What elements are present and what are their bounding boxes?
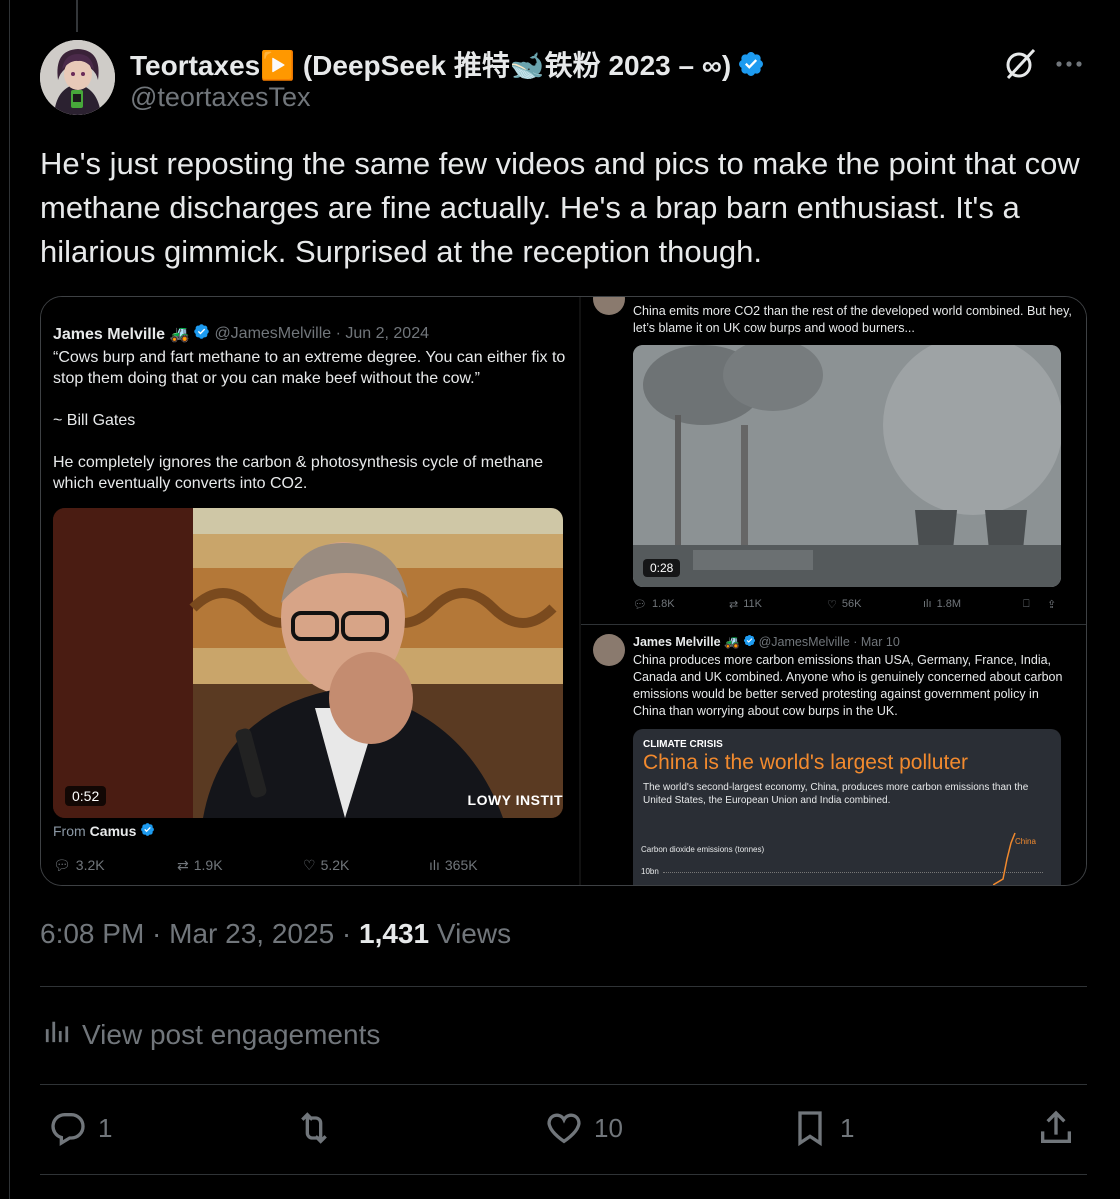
divider-top: [40, 986, 1087, 987]
media-right-screenshot[interactable]: China emits more CO2 than the rest of th…: [579, 297, 1086, 885]
reply-button[interactable]: 1: [48, 1108, 112, 1148]
quoted-stats: 💬︎ 3.2K ⇄ 1.9K ♡ 5.2K ılı 365K: [53, 853, 573, 877]
divider-bottom: [40, 1174, 1087, 1175]
right-bottom-avatar: [593, 634, 625, 666]
like-icon: ♡: [827, 598, 837, 611]
quoted-verified-icon: [193, 323, 210, 345]
quoted-replies[interactable]: 💬︎ 3.2K: [53, 857, 105, 874]
right-separator: [581, 624, 1086, 625]
right-bottom-author: James Melville 🚜 @JamesMelville · Mar 10: [633, 634, 900, 650]
quoted-text: “Cows burp and fart methane to an extrem…: [53, 349, 566, 492]
right-video-duration: 0:28: [643, 559, 681, 577]
repost-icon: ⇄: [729, 598, 739, 611]
author-name-row[interactable]: Teortaxes▶️ (DeepSeek 推特🐋铁粉 2023 – ∞): [130, 44, 765, 84]
from-name[interactable]: Camus: [90, 823, 137, 839]
right-replies[interactable]: 💬︎ 1.8K: [633, 598, 675, 611]
post-header: Teortaxes▶️ (DeepSeek 推特🐋铁粉 2023 – ∞) @t…: [40, 40, 1086, 116]
views-icon: ılı: [429, 857, 440, 873]
video-duration: 0:52: [65, 786, 107, 806]
quoted-author-name: James Melville 🚜: [53, 326, 190, 343]
news-card-chart-label: Carbon dioxide emissions (tonnes): [641, 845, 765, 854]
from-label: From: [53, 823, 86, 839]
engagements-label[interactable]: View post engagements: [82, 1019, 380, 1051]
post-text: He's just reposting the same few videos …: [40, 146, 1080, 269]
reply-count: 1: [98, 1112, 113, 1143]
right-top-stats: 💬︎ 1.8K ⇄ 11K ♡ 56K ılı 1.8M ⎕ ⇪: [633, 595, 1073, 613]
right-bottom-verified-icon: [743, 634, 756, 650]
right-top-avatar: [593, 297, 625, 315]
grok-icon[interactable]: [1002, 46, 1038, 82]
author-name[interactable]: Teortaxes▶️ (DeepSeek 推特🐋铁粉 2023 – ∞): [130, 44, 731, 84]
like-icon: ♡: [303, 856, 316, 873]
views-count: 1,431: [359, 918, 430, 949]
right-likes[interactable]: ♡ 56K: [827, 598, 861, 611]
quoted-author: James Melville 🚜 @JamesMelville · Jun 2,…: [53, 323, 429, 345]
column-border: [9, 0, 10, 1199]
post-media-grid[interactable]: James Melville 🚜 @JamesMelville · Jun 2,…: [40, 296, 1087, 886]
author-handle[interactable]: @teortaxesTex: [130, 82, 310, 113]
quoted-reposts[interactable]: ⇄ 1.9K: [177, 857, 223, 874]
right-bottom-handle-date: @JamesMelville · Mar 10: [758, 635, 900, 649]
thread-connector-line: [76, 0, 78, 32]
news-card-headline: China is the world's largest polluter: [643, 751, 968, 774]
more-icon[interactable]: [1053, 48, 1085, 80]
right-bookmark-icon[interactable]: ⎕: [1023, 598, 1030, 611]
share-button[interactable]: [1036, 1108, 1076, 1148]
reply-icon: [51, 1113, 85, 1146]
from-verified-icon: [140, 822, 155, 840]
views-label: Views: [429, 918, 512, 949]
author-avatar[interactable]: [40, 40, 115, 115]
quoted-likes[interactable]: ♡ 5.2K: [303, 857, 349, 874]
video-watermark: LOWY INSTIT: [467, 792, 563, 808]
action-bar: 1 10 1: [40, 1108, 1087, 1158]
quoted-handle-date: @JamesMelville · Jun 2, 2024: [214, 325, 429, 342]
news-card-series-line: [993, 832, 1016, 885]
view-engagements-link[interactable]: View post engagements: [44, 1018, 380, 1051]
post-time[interactable]: 6:08 PM · Mar 23, 2025 ·: [40, 918, 359, 949]
right-bottom-text: China produces more carbon emissions tha…: [633, 653, 1063, 718]
news-card-tick: 10bn: [641, 867, 659, 876]
post-meta: 6:08 PM · Mar 23, 2025 · 1,431 Views: [40, 918, 511, 950]
like-button[interactable]: 10: [544, 1108, 623, 1148]
right-top-text: China emits more CO2 than the rest of th…: [633, 304, 1072, 335]
from-attribution[interactable]: From Camus: [53, 822, 155, 840]
views-icon: ılı: [923, 598, 932, 610]
right-views[interactable]: ılı 1.8M: [923, 598, 961, 610]
gates-video-thumbnail[interactable]: 0:52 LOWY INSTIT: [53, 508, 563, 818]
quoted-views[interactable]: ılı 365K: [429, 857, 478, 873]
news-card-kicker: CLIMATE CRISIS: [643, 739, 723, 750]
divider-middle: [40, 1084, 1087, 1085]
reply-icon: 💬︎: [53, 856, 71, 873]
news-card-sub: The world's second-largest economy, Chin…: [643, 782, 1029, 806]
like-count: 10: [594, 1112, 623, 1143]
right-reposts[interactable]: ⇄ 11K: [729, 598, 762, 611]
share-icon: [1041, 1110, 1071, 1143]
repost-icon: [301, 1112, 327, 1144]
like-icon: [547, 1113, 581, 1144]
reply-icon: 💬︎: [633, 598, 647, 611]
bookmark-count: 1: [840, 1112, 855, 1143]
analytics-icon: [44, 1018, 70, 1051]
smokestacks-video-thumbnail[interactable]: 0:28: [633, 345, 1061, 587]
right-bottom-name: James Melville 🚜: [633, 634, 740, 649]
news-card[interactable]: CLIMATE CRISIS China is the world's larg…: [633, 729, 1061, 885]
media-left-screenshot[interactable]: James Melville 🚜 @JamesMelville · Jun 2,…: [41, 297, 578, 885]
repost-button[interactable]: [294, 1108, 334, 1148]
right-share-icon[interactable]: ⇪: [1047, 598, 1056, 611]
news-card-gridline: [663, 872, 1043, 873]
bookmark-icon: [798, 1111, 822, 1147]
bookmark-button[interactable]: 1: [790, 1108, 854, 1148]
repost-icon: ⇄: [177, 856, 189, 873]
verified-badge-icon[interactable]: [737, 50, 765, 78]
